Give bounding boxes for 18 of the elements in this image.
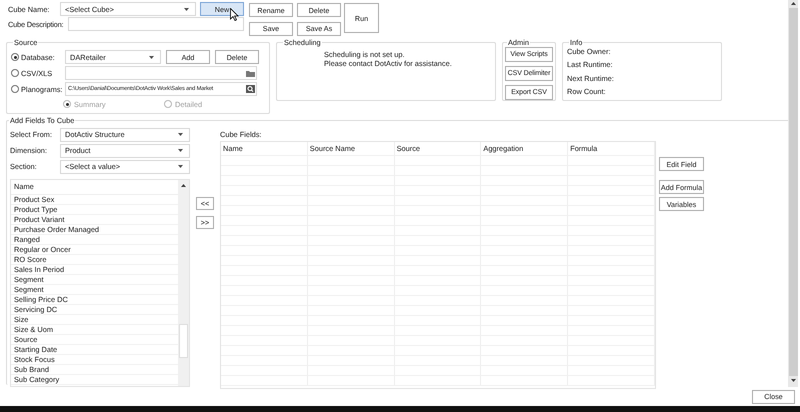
description-field[interactable] [68, 17, 244, 31]
up-arrow-icon[interactable] [790, 2, 796, 5]
caret-icon [178, 149, 183, 152]
scrollbar[interactable] [178, 180, 189, 386]
caret-icon [178, 133, 183, 136]
down-arrow-icon[interactable] [790, 379, 796, 382]
folder-icon[interactable] [246, 70, 255, 76]
cursor-icon [230, 8, 239, 21]
up-arrow-icon[interactable] [181, 184, 186, 187]
radio-button[interactable] [11, 53, 19, 61]
caret-icon [184, 8, 189, 10]
file-field[interactable] [65, 66, 257, 80]
radio-button[interactable] [11, 69, 19, 77]
search-icon[interactable] [246, 85, 255, 93]
radio-button[interactable] [11, 85, 19, 93]
caret-icon [149, 56, 154, 58]
scroll-thumb[interactable] [179, 324, 188, 358]
caret-icon [178, 165, 183, 168]
